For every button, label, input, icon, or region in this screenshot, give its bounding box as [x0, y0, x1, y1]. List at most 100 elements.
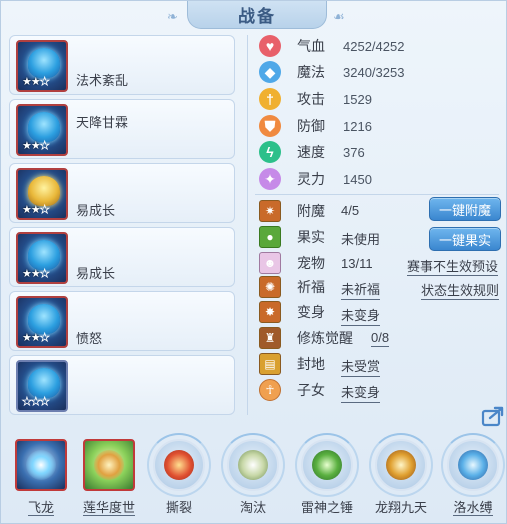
pet-icon: ☻	[259, 252, 281, 274]
skill-slot[interactable]: 洛水缚	[441, 433, 505, 523]
stat-row-defense: ⛊ 防御 1216	[259, 114, 372, 138]
card-slot[interactable]: ★★★	[9, 355, 235, 415]
card-name: 易成长	[76, 203, 116, 218]
stat-label: 防御	[297, 118, 325, 134]
skill-label: 洛水缚	[453, 500, 493, 516]
stat-value: 1216	[343, 118, 372, 134]
card-stars: ★★★	[22, 332, 50, 345]
card-art-icon: ★★★	[16, 104, 68, 156]
stat-label: 魔法	[297, 64, 325, 80]
stats-divider	[255, 194, 499, 195]
skill-slot[interactable]: 莲华度世	[77, 433, 141, 523]
skill-slot[interactable]: 撕裂	[147, 433, 211, 523]
rules-link[interactable]: 状态生效规则	[421, 280, 500, 300]
blade-icon	[227, 439, 279, 491]
attr-row-child[interactable]: ☥ 子女	[259, 378, 325, 402]
skill-slot[interactable]: 龙翔九天	[369, 433, 433, 523]
skill-bar: 飞龙 莲华度世 撕裂 淘汰 雷神之锤 龙翔九天 洛水缚	[1, 433, 507, 524]
title-ornament-right-icon: ☙	[333, 9, 345, 24]
stat-value: 1450	[343, 171, 372, 187]
blessing-icon: ✺	[259, 276, 281, 298]
skill-slot[interactable]: 淘汰	[221, 433, 285, 523]
card-slot[interactable]: ★★★ 愤怒	[9, 291, 235, 351]
card-name: 易成长	[76, 266, 116, 281]
skill-slot[interactable]: 雷神之锤	[295, 433, 359, 523]
child-icon: ☥	[259, 379, 281, 401]
flying-dragon-icon	[15, 439, 67, 491]
card-stars: ★★★	[22, 204, 50, 217]
card-stars: ★★★	[22, 396, 50, 409]
card-slot[interactable]: ★★★ 天降甘霖	[9, 99, 235, 159]
attr-row-pet: ☻ 宠物	[259, 251, 325, 275]
diamond-icon: ◆	[259, 61, 281, 83]
column-divider	[247, 35, 248, 415]
title-ornament-left-icon: ❧	[167, 9, 178, 24]
water-bind-icon	[447, 439, 499, 491]
attr-row-fief[interactable]: ▤ 封地	[259, 352, 325, 376]
stat-row-speed: ϟ 速度 376	[259, 140, 365, 164]
card-art-icon: ★★★	[16, 296, 68, 348]
attr-row-cultivation[interactable]: ♜ 修炼觉醒	[259, 326, 353, 350]
stat-row-hp: ♥ 气血 4252/4252	[259, 34, 404, 58]
stat-value: 376	[343, 144, 365, 160]
attr-value-link[interactable]: 未受赏	[341, 356, 381, 377]
stat-label: 攻击	[297, 91, 325, 107]
one-click-fruit-button[interactable]: 一键果实	[429, 227, 501, 251]
card-slot[interactable]: ★★★ 易成长	[9, 163, 235, 223]
cultivation-icon: ♜	[259, 327, 281, 349]
attr-value-link[interactable]: 未祈福	[341, 279, 381, 300]
preset-link[interactable]: 赛事不生效预设	[407, 256, 499, 276]
attr-label: 变身	[297, 304, 325, 320]
stat-label: 速度	[297, 144, 325, 160]
attr-label: 祈福	[297, 279, 325, 295]
stat-value: 4252/4252	[343, 38, 405, 54]
attr-value-link[interactable]: 未变身	[341, 382, 381, 403]
fief-icon: ▤	[259, 353, 281, 375]
attr-value: 13/11	[341, 256, 373, 271]
thunder-hammer-icon	[301, 439, 353, 491]
attr-label: 附魔	[297, 203, 325, 219]
skill-slot[interactable]: 飞龙	[9, 433, 73, 523]
attr-label: 封地	[297, 356, 325, 372]
one-click-enchant-button[interactable]: 一键附魔	[429, 197, 501, 221]
card-list: ★★★ 法术紊乱 ★★★ 天降甘霖 ★★★ 易成长 ★★★ 易成长 ★★★ 愤怒…	[9, 35, 235, 415]
fruit-icon: ●	[259, 226, 281, 248]
equipment-panel: 战备 ❧ ☙ ★★★ 法术紊乱 ★★★ 天降甘霖 ★★★ 易成长 ★★★ 易成长…	[0, 0, 507, 524]
share-icon[interactable]	[481, 405, 505, 427]
stat-row-attack: † 攻击 1529	[259, 87, 372, 111]
attr-label: 修炼觉醒	[297, 330, 353, 346]
card-art-icon: ★★★	[16, 232, 68, 284]
card-slot[interactable]: ★★★ 易成长	[9, 227, 235, 287]
attr-value-link[interactable]: 0/8	[371, 330, 390, 347]
attr-row-enchant: ✷ 附魔	[259, 199, 325, 223]
skill-label: 飞龙	[27, 500, 54, 516]
card-art-icon: ★★★	[16, 168, 68, 220]
stat-row-spirit: ✦ 灵力 1450	[259, 167, 372, 191]
tear-claw-icon	[153, 439, 205, 491]
heart-icon: ♥	[259, 35, 281, 57]
attr-label: 宠物	[297, 255, 325, 271]
sword-icon: †	[259, 88, 281, 110]
card-stars: ★★★	[22, 140, 50, 153]
card-name: 愤怒	[76, 331, 103, 346]
skill-label: 撕裂	[165, 500, 192, 515]
skill-label: 雷神之锤	[300, 500, 353, 515]
attr-value-link[interactable]: 未变身	[341, 305, 381, 326]
stat-label: 气血	[297, 38, 325, 54]
attr-label: 子女	[297, 382, 325, 398]
attr-value: 未使用	[341, 232, 381, 247]
dragon-soar-icon	[375, 439, 427, 491]
card-stars: ★★★	[22, 76, 50, 89]
stat-value: 3240/3253	[343, 64, 405, 80]
attr-row-transform[interactable]: ✸ 变身	[259, 300, 325, 324]
skill-label: 莲华度世	[82, 500, 135, 516]
skill-label: 龙翔九天	[374, 500, 427, 515]
attr-row-fruit: ● 果实	[259, 225, 325, 249]
stat-row-mp: ◆ 魔法 3240/3253	[259, 60, 404, 84]
attr-row-blessing[interactable]: ✺ 祈福	[259, 275, 325, 299]
card-stars: ★★★	[22, 268, 50, 281]
card-art-icon: ★★★	[16, 360, 68, 412]
attr-value: 4/5	[341, 203, 360, 218]
panel-title: 战备	[187, 1, 327, 29]
card-slot[interactable]: ★★★ 法术紊乱	[9, 35, 235, 95]
